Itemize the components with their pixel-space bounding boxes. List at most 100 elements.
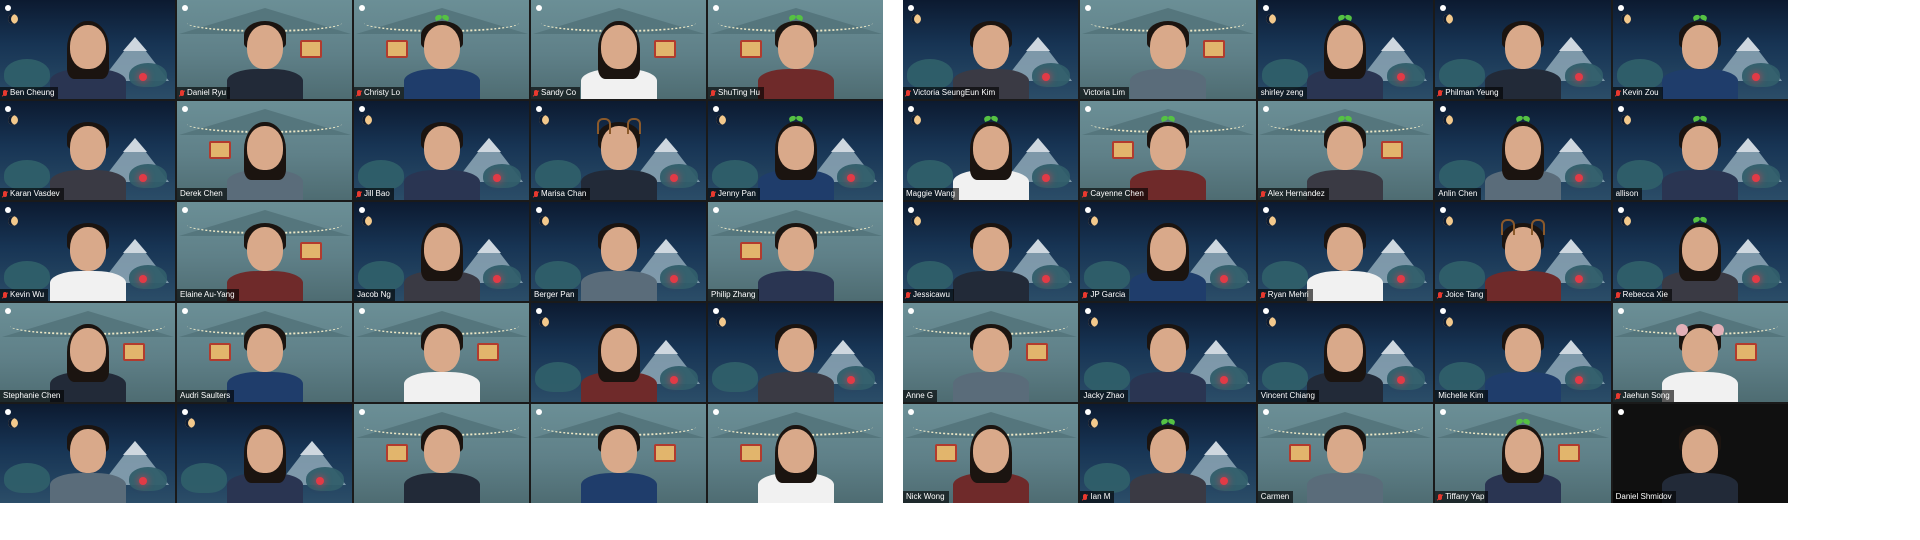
participant-name-label: Cayenne Chen — [1080, 188, 1148, 200]
participant-video-tile[interactable]: Christy Lo — [354, 0, 529, 99]
participant-video-tile[interactable]: Victoria SeungEun Kim — [903, 0, 1079, 99]
avatar-body — [403, 473, 480, 503]
participant-name-label: Kevin Wu — [0, 289, 49, 301]
participant-video-tile[interactable] — [708, 303, 883, 402]
participant-video-tile[interactable]: Jacky Zhao — [1080, 303, 1256, 402]
participant-video-tile[interactable]: Ian M — [1080, 404, 1256, 503]
participant-video-tile[interactable] — [708, 404, 883, 503]
participant-video-tile[interactable]: ShuTing Hu — [708, 0, 883, 99]
tree — [535, 261, 581, 291]
participant-name: Daniel Shmidov — [1615, 492, 1672, 501]
participant-video-tile[interactable]: Audri Saulters — [177, 303, 352, 402]
participant-avatar — [757, 120, 834, 200]
participant-video-tile[interactable]: shirley zeng — [1257, 0, 1434, 99]
participant-video-tile[interactable]: Elaine Au-Yang — [177, 202, 352, 301]
participant-video-tile[interactable]: Stephanie Chen — [0, 303, 175, 402]
avatar-face — [972, 126, 1009, 170]
participant-video-tile[interactable]: Vincent Chiang — [1257, 303, 1434, 402]
participant-video-tile[interactable]: Alex Hernandez — [1257, 101, 1434, 200]
muted-mic-icon — [3, 292, 7, 298]
participant-video-tile[interactable]: Kevin Wu — [0, 202, 175, 301]
avatar-face — [600, 227, 637, 271]
lantern — [847, 174, 855, 182]
participant-video-tile[interactable] — [354, 404, 529, 503]
avatar-face — [972, 25, 1009, 69]
participant-name: Cayenne Chen — [1090, 189, 1144, 198]
tree — [1387, 63, 1426, 87]
background-logo-icon — [1085, 308, 1091, 315]
participant-video-tile[interactable]: Jenny Pan — [708, 101, 883, 200]
participant-video-tile[interactable]: Daniel Ryu — [177, 0, 352, 99]
tree — [1032, 63, 1071, 87]
participant-video-tile[interactable]: Cayenne Chen — [1080, 101, 1256, 200]
participant-name: Ryan Mehri — [1267, 290, 1309, 299]
tree — [181, 463, 227, 493]
participant-name: Jessicawu — [913, 290, 950, 299]
muted-mic-icon — [906, 292, 910, 298]
participant-video-tile[interactable]: Philman Yeung — [1435, 0, 1611, 99]
participant-video-tile[interactable]: Karan Vasdev — [0, 101, 175, 200]
participant-video-tile[interactable] — [531, 303, 706, 402]
tree — [660, 265, 698, 289]
tree — [1084, 261, 1131, 291]
participant-video-tile[interactable]: Philip Zhang — [708, 202, 883, 301]
participant-name-label: Christy Lo — [354, 87, 405, 99]
participant-video-tile[interactable]: Michelle Kim — [1435, 303, 1611, 402]
participant-video-tile[interactable]: Tiffany Yap — [1435, 404, 1611, 503]
participant-name-label: Ben Cheung — [0, 87, 59, 99]
participant-name: Tiffany Yap — [1445, 492, 1485, 501]
cabin-window — [1557, 444, 1580, 462]
participant-video-tile[interactable] — [0, 404, 175, 503]
participant-avatar — [1484, 219, 1561, 301]
moon-icon — [8, 115, 18, 125]
participant-name: Sandy Co — [541, 88, 577, 97]
tree — [1209, 265, 1248, 289]
participant-video-tile[interactable]: Ryan Mehri — [1257, 202, 1434, 301]
participant-name: Daniel Ryu — [187, 88, 227, 97]
participant-video-tile[interactable]: Daniel Shmidov — [1612, 404, 1788, 503]
participant-video-tile[interactable]: Jessicawu — [903, 202, 1079, 301]
cabin-window — [299, 40, 322, 58]
participant-name-label: Philman Yeung — [1435, 87, 1503, 99]
participant-video-tile[interactable]: Maggie Wang — [903, 101, 1079, 200]
participant-video-tile[interactable]: Anne G — [903, 303, 1079, 402]
participant-video-tile[interactable]: Nick Wong — [903, 404, 1079, 503]
participant-video-tile[interactable]: Carmen — [1257, 404, 1434, 503]
participant-video-tile[interactable]: Ben Cheung — [0, 0, 175, 99]
participant-video-tile[interactable]: Berger Pan — [531, 202, 706, 301]
participant-video-tile[interactable]: Joice Tang — [1435, 202, 1611, 301]
participant-avatar — [1484, 322, 1561, 402]
participant-name: Marisa Chan — [541, 189, 587, 198]
avatar-face — [777, 429, 814, 473]
muted-mic-icon — [711, 191, 715, 197]
tree — [1032, 164, 1071, 188]
participant-video-tile[interactable]: Marisa Chan — [531, 101, 706, 200]
participant-video-tile[interactable] — [177, 404, 352, 503]
participant-video-tile[interactable]: Victoria Lim — [1080, 0, 1256, 99]
participant-video-tile[interactable]: Jill Bao — [354, 101, 529, 200]
participant-video-tile[interactable]: Derek Chen — [177, 101, 352, 200]
participant-video-tile[interactable]: JP Garcia — [1080, 202, 1256, 301]
participant-video-tile[interactable]: Sandy Co — [531, 0, 706, 99]
participant-video-tile[interactable]: Kevin Zou — [1612, 0, 1788, 99]
mouse-ears-filter-icon — [1712, 324, 1725, 336]
participant-video-tile[interactable]: Anlin Chen — [1435, 101, 1611, 200]
participant-video-tile[interactable]: Rebecca Xie — [1612, 202, 1788, 301]
participant-name-label: Philip Zhang — [708, 289, 760, 301]
participant-avatar — [580, 118, 657, 200]
moon-icon — [716, 317, 726, 327]
tree — [4, 261, 50, 291]
participant-video-tile[interactable]: Jaehun Song — [1612, 303, 1788, 402]
participant-name: Jill Bao — [364, 189, 390, 198]
participant-video-tile[interactable] — [531, 404, 706, 503]
avatar-body — [580, 170, 657, 200]
muted-mic-icon — [1083, 191, 1088, 197]
cabin-window — [1735, 343, 1758, 361]
participant-name-label: Rebecca Xie — [1612, 289, 1672, 301]
participant-video-tile[interactable]: allison — [1612, 101, 1788, 200]
sprout-filter-icon — [1339, 116, 1351, 128]
participant-video-tile[interactable]: Jacob Ng — [354, 202, 529, 301]
muted-mic-icon — [1083, 292, 1088, 298]
participant-name: Derek Chen — [180, 189, 223, 198]
participant-video-tile[interactable] — [354, 303, 529, 402]
